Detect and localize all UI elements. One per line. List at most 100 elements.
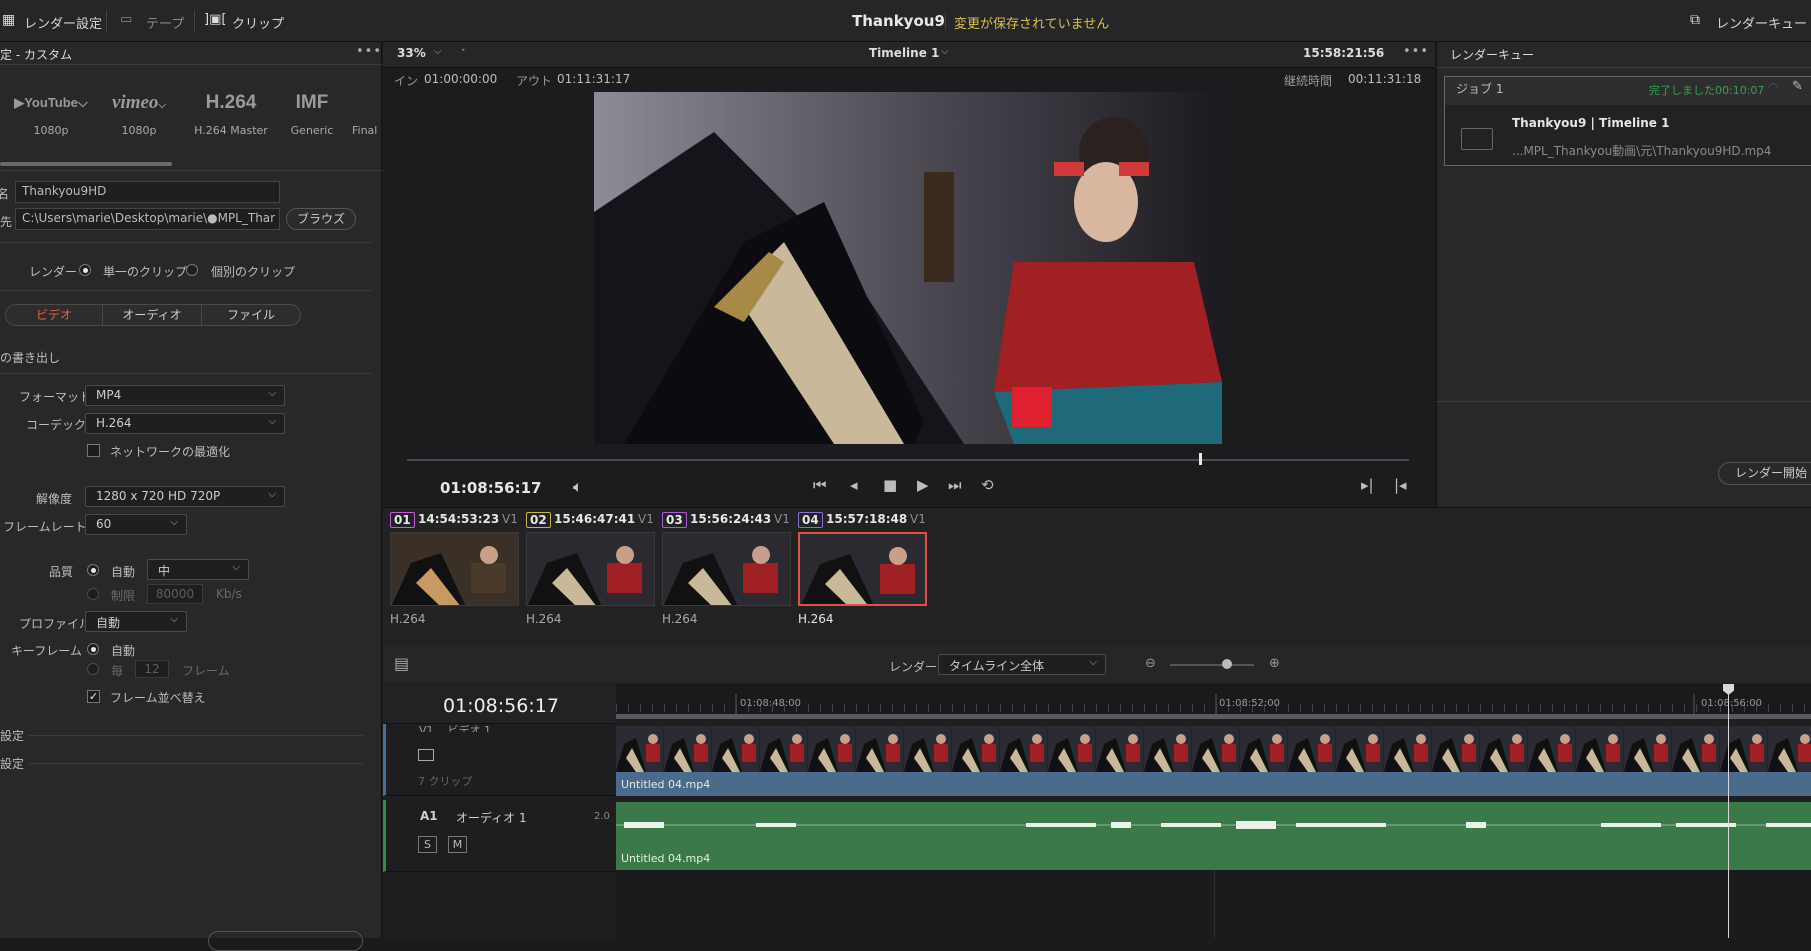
zoom-slider-track[interactable]	[1170, 664, 1254, 666]
a1-clip-name: Untitled 04.mp4	[621, 852, 711, 865]
zoom-level[interactable]: 33%	[397, 46, 426, 60]
keyframe-input[interactable]: 12	[135, 660, 169, 678]
tape-button[interactable]: テープ	[146, 13, 184, 32]
filename-input[interactable]: Thankyou9HD	[15, 181, 280, 203]
clip-thumbnail[interactable]	[390, 532, 519, 606]
chevron-down-icon[interactable]: ⌵	[941, 46, 949, 57]
play-icon[interactable]: ▶	[917, 476, 929, 494]
v1-clip[interactable]: Untitled 04.mp4	[616, 726, 1811, 796]
previous-marker-icon[interactable]: |◂	[1394, 476, 1407, 494]
keyframe-auto-radio[interactable]	[87, 643, 99, 655]
preset-youtube[interactable]: ▶YouTube⌵ 1080p	[11, 88, 91, 137]
keyframe-every-radio[interactable]	[87, 663, 99, 675]
bitrate-input[interactable]: 80000	[147, 584, 203, 604]
render-range-dropdown[interactable]: タイムライン全体 ⌵	[938, 654, 1106, 675]
timeline-view-icon[interactable]: ▤	[394, 654, 409, 673]
go-to-end-icon[interactable]: ⏭	[948, 476, 962, 494]
audio-waveform	[616, 821, 1811, 829]
codec-label: コーデック	[26, 418, 87, 432]
render-queue-button[interactable]: レンダーキュー	[1716, 13, 1807, 32]
settings-section-2[interactable]: 設定	[0, 755, 24, 772]
in-label: イン	[394, 74, 419, 88]
render-queue-icon[interactable]: ⧉	[1690, 12, 1700, 28]
clip-thumbnail[interactable]	[798, 532, 927, 606]
next-marker-icon[interactable]: ▸|	[1361, 476, 1374, 494]
browse-button[interactable]: ブラウズ	[286, 208, 356, 230]
format-value: MP4	[96, 388, 122, 402]
format-dropdown[interactable]: MP4 ⌵	[85, 385, 285, 406]
duration-label: 継続時間	[1284, 74, 1333, 88]
timeline-name[interactable]: Timeline 1	[869, 46, 939, 60]
step-back-icon[interactable]: ◂	[850, 476, 858, 494]
keyframe-unit: フレーム	[182, 664, 230, 678]
out-label: アウト	[516, 74, 553, 88]
preset-final[interactable]: Final	[352, 88, 382, 137]
monitor-icon[interactable]	[418, 749, 434, 761]
network-optimize-checkbox[interactable]	[87, 444, 100, 457]
video-frame[interactable]	[594, 92, 1222, 444]
zoom-out-icon[interactable]: ⊖	[1145, 656, 1156, 671]
preset-label: 1080p	[33, 124, 69, 137]
mute-button[interactable]: M	[448, 836, 467, 853]
quality-auto-radio[interactable]	[87, 564, 99, 576]
loop-icon[interactable]: ⟲	[981, 476, 994, 494]
clip-icon[interactable]: ]▣[	[204, 12, 226, 27]
volume-icon[interactable]: 🔈︎	[573, 477, 583, 497]
go-to-start-icon[interactable]: ⏮	[813, 476, 827, 494]
tab-file[interactable]: ファイル	[201, 304, 301, 326]
ruler-label: 01:08:56:00	[1701, 698, 1763, 709]
profile-label: プロファイル	[19, 617, 92, 631]
chevron-down-icon[interactable]: ⌵	[275, 14, 283, 25]
job-title: Thankyou9 | Timeline 1	[1512, 116, 1670, 130]
quality-limit-radio[interactable]	[87, 588, 99, 600]
preset-h264[interactable]: H.264 H.264 Master	[191, 88, 271, 137]
resolution-dropdown[interactable]: 1280 x 720 HD 720P ⌵	[85, 486, 285, 507]
v1-track-label: V1 ビデオ 1	[419, 722, 491, 732]
more-options-icon[interactable]: •••	[1403, 44, 1429, 59]
more-options-icon[interactable]: •••	[356, 44, 382, 59]
project-title: Thankyou9	[852, 12, 945, 30]
quality-dropdown[interactable]: 中 ⌵	[147, 559, 249, 580]
single-clip-radio[interactable]	[79, 264, 91, 276]
tab-audio[interactable]: オーディオ	[102, 304, 202, 326]
profile-dropdown[interactable]: 自動 ⌵	[85, 611, 187, 632]
individual-clips-radio[interactable]	[186, 264, 198, 276]
render-settings-button[interactable]: レンダー設定	[24, 13, 102, 32]
export-section-label: の書き出し	[0, 351, 61, 365]
preset-imf[interactable]: IMF Generic	[272, 88, 352, 137]
clip-thumbnail[interactable]	[526, 532, 655, 606]
quality-auto-label: 自動	[111, 565, 136, 579]
preset-name: H.264	[205, 92, 257, 113]
chevron-down-icon[interactable]: ⌵	[434, 46, 442, 57]
in-timecode: 01:00:00:00	[424, 72, 498, 86]
frame-reorder-checkbox[interactable]: ✓	[87, 690, 100, 703]
stop-icon[interactable]: ■	[883, 476, 897, 494]
codec-dropdown[interactable]: H.264 ⌵	[85, 413, 285, 434]
preset-vimeo[interactable]: vimeo⌵ 1080p	[99, 88, 179, 137]
zoom-slider-knob[interactable]	[1222, 659, 1232, 669]
chevron-down-icon[interactable]: ⌵	[1377, 46, 1385, 57]
edit-pencil-icon[interactable]: ✎	[1792, 79, 1803, 94]
preset-scrollbar[interactable]	[0, 162, 172, 166]
framerate-dropdown[interactable]: 60 ⌵	[85, 514, 187, 535]
keyframe-auto-label: 自動	[111, 644, 136, 658]
a1-clip[interactable]: Untitled 04.mp4	[616, 802, 1811, 870]
clip-track: V1	[638, 512, 654, 526]
start-render-button[interactable]: レンダー開始	[1718, 462, 1811, 485]
clip-codec: H.264	[526, 612, 562, 626]
settings-section-1[interactable]: 設定	[0, 727, 24, 744]
scrubber-track[interactable]	[407, 459, 1409, 461]
a1-channels: 2.0	[594, 811, 610, 822]
zoom-in-icon[interactable]: ⊕	[1269, 656, 1280, 671]
v1-frame-thumbnail	[1576, 726, 1624, 772]
clip-timecode: 15:46:47:41	[554, 512, 636, 526]
scrubber-playhead[interactable]	[1198, 453, 1202, 465]
tape-icon[interactable]: ▭	[120, 12, 132, 27]
add-to-queue-button[interactable]	[208, 931, 363, 951]
tab-video[interactable]: ビデオ	[5, 304, 103, 326]
timeline-playhead[interactable]	[1728, 684, 1729, 938]
clip-thumbnail[interactable]	[662, 532, 791, 606]
location-input[interactable]: C:\Users\marie\Desktop\marie\●MPL_Thar	[15, 208, 280, 230]
solo-button[interactable]: S	[418, 836, 437, 853]
render-settings-icon[interactable]: ▦	[2, 12, 15, 28]
